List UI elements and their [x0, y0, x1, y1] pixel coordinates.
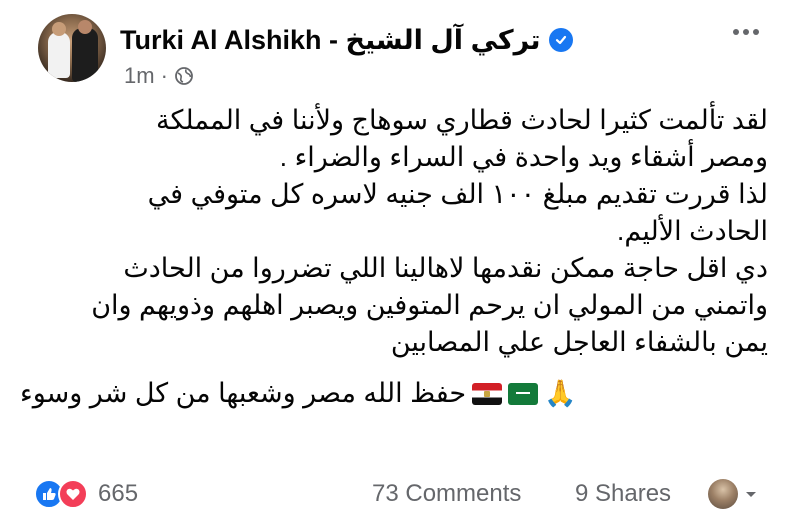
post-meta: 1m ·	[124, 62, 194, 90]
shares-count[interactable]: 9 Shares	[575, 480, 671, 508]
folded-hands-icon: 🙏	[544, 378, 577, 408]
audience-selector[interactable]	[708, 478, 768, 510]
post-body: لقد تألمت كثيرا لحادث قطاري سوهاج ولأننا…	[20, 102, 768, 412]
post-footer: 665 73 Comments 9 Shares	[0, 470, 800, 516]
author-avatar[interactable]	[38, 14, 106, 82]
closing-line: حفظ الله مصر وشعبها من كل شر وسوء 🙏	[20, 375, 768, 412]
post-text-line: لقد تألمت كثيرا لحادث قطاري سوهاج ولأننا…	[156, 105, 768, 135]
post-text-line: لذا قررت تقديم مبلغ ١٠٠ الف جنيه لاسره ك…	[147, 179, 768, 209]
globe-icon[interactable]	[174, 66, 194, 86]
post-header: Turki Al Alshikh - تركي آل الشيخ 1m ·	[0, 0, 800, 92]
post-text-line: واتمني من المولي ان يرحم المتوفين ويصبر …	[91, 290, 768, 320]
post-timestamp[interactable]: 1m	[124, 63, 155, 89]
saudi-flag-icon	[508, 382, 539, 405]
dot	[733, 29, 739, 35]
chevron-down-icon	[746, 492, 756, 497]
dot	[753, 29, 759, 35]
love-reaction-icon	[58, 479, 88, 509]
post-text-line: الحادث الأليم.	[616, 216, 768, 246]
verified-badge-icon	[548, 28, 573, 52]
comments-count[interactable]: 73 Comments	[372, 480, 521, 508]
meta-separator: ·	[160, 63, 168, 88]
reaction-count[interactable]: 665	[98, 480, 138, 508]
avatar-head	[52, 22, 66, 36]
avatar-head	[78, 20, 92, 34]
post-text-line: دي اقل حاجة ممكن نقدمها لاهالينا اللي تض…	[123, 253, 768, 283]
avatar-figure	[72, 28, 98, 82]
avatar-figure	[48, 32, 70, 78]
reaction-icons[interactable]	[34, 479, 92, 509]
dot	[743, 29, 749, 35]
author-name[interactable]: Turki Al Alshikh - تركي آل الشيخ	[120, 25, 541, 56]
author-row: Turki Al Alshikh - تركي آل الشيخ	[120, 20, 573, 60]
closing-text: حفظ الله مصر وشعبها من كل شر وسوء	[20, 378, 467, 408]
post-text-line: يمن بالشفاء العاجل علي المصابين	[390, 327, 768, 357]
egypt-flag-icon	[472, 382, 503, 405]
post-text-line: ومصر أشقاء ويد واحدة في السراء والضراء .	[279, 142, 768, 172]
viewer-avatar	[708, 479, 738, 509]
more-options-icon[interactable]	[728, 18, 764, 46]
